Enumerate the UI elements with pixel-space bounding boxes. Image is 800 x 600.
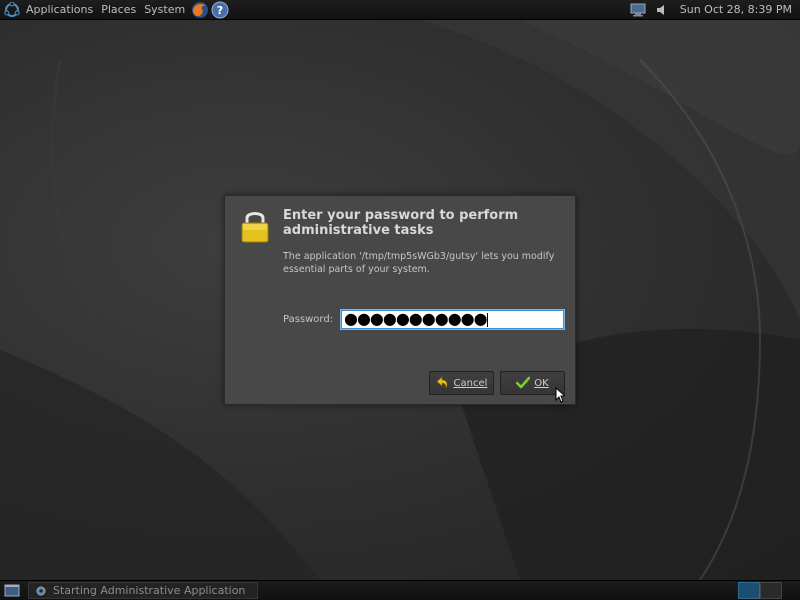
help-launcher-icon[interactable]: ? xyxy=(211,1,229,19)
network-icon[interactable] xyxy=(630,3,646,17)
gear-icon xyxy=(36,586,46,595)
top-panel: Applications Places System ? Sun Oct 28,… xyxy=(0,0,800,20)
taskbar-button[interactable]: Starting Administrative Application xyxy=(28,582,258,599)
system-tray: Sun Oct 28, 8:39 PM xyxy=(626,0,800,20)
workspace-2[interactable] xyxy=(760,582,782,599)
menu-applications[interactable]: Applications xyxy=(22,3,97,16)
bottom-panel: Starting Administrative Application xyxy=(0,580,800,600)
svg-text:?: ? xyxy=(217,4,223,17)
cancel-button-label: Cancel xyxy=(453,377,488,389)
workspace-1[interactable] xyxy=(738,582,760,599)
panel-clock[interactable]: Sun Oct 28, 8:39 PM xyxy=(674,3,800,16)
password-field[interactable]: ●●●●●●●●●●● xyxy=(340,309,565,330)
taskbar-button-label: Starting Administrative Application xyxy=(53,584,246,597)
workspace-switcher xyxy=(738,582,782,599)
volume-icon[interactable] xyxy=(654,3,670,17)
ok-button-label: OK xyxy=(534,377,549,389)
ubuntu-logo-icon[interactable] xyxy=(4,1,20,18)
menu-system[interactable]: System xyxy=(140,3,189,16)
dialog-message: The application '/tmp/tmp5sWGb3/gutsy' l… xyxy=(283,251,555,275)
padlock-icon xyxy=(241,212,269,243)
cancel-button[interactable]: Cancel xyxy=(429,371,494,395)
text-caret xyxy=(486,312,488,327)
checkmark-icon xyxy=(516,376,531,389)
password-dots: ●●●●●●●●●●● xyxy=(344,310,488,328)
authentication-dialog: Enter your password to perform administr… xyxy=(224,195,576,405)
firefox-launcher-icon[interactable] xyxy=(191,1,209,19)
menu-places[interactable]: Places xyxy=(97,3,140,16)
mouse-pointer-icon xyxy=(555,387,565,403)
undo-arrow-icon xyxy=(436,376,447,389)
dialog-title: Enter your password to perform administr… xyxy=(283,208,519,238)
show-desktop-icon[interactable] xyxy=(4,583,20,599)
password-label: Password: xyxy=(283,314,334,325)
